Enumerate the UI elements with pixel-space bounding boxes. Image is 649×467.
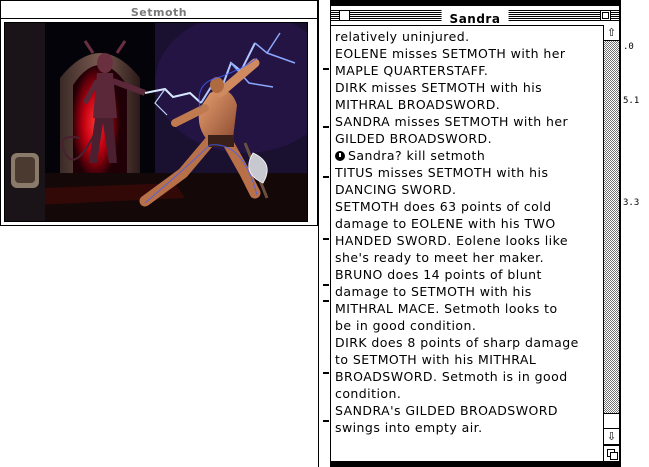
sandra-window[interactable]: Sandra relatively uninjured. EOLENE misse… xyxy=(330,5,620,462)
log-line-text: Sandra? kill setmoth xyxy=(348,148,486,163)
monster-artwork xyxy=(4,22,308,222)
tick-mark xyxy=(323,420,329,422)
log-line: MITHRAL BROADSWORD. xyxy=(335,96,597,113)
resize-grow-box[interactable] xyxy=(603,445,619,461)
log-line: MITHRAL MACE. Setmoth looks to xyxy=(335,300,597,317)
log-line-text: she's ready to meet her maker. xyxy=(335,250,545,265)
log-line-text: EOLENE misses SETMOTH with her xyxy=(335,46,566,61)
strip-label: 5.1 xyxy=(623,96,640,106)
log-line-text: relatively uninjured. xyxy=(335,29,470,44)
log-line-text: BRUNO does 14 points of blunt xyxy=(335,267,542,282)
close-box-button[interactable] xyxy=(339,10,350,21)
log-line: she's ready to meet her maker. xyxy=(335,249,597,266)
tick-mark xyxy=(323,284,329,286)
log-line-text: BROADSWORD. Setmoth is in good xyxy=(335,369,568,384)
monster-artwork-svg xyxy=(5,23,307,221)
log-line-text: GILDED BROADSWORD. xyxy=(335,131,493,146)
log-line-text: MITHRAL MACE. Setmoth looks to xyxy=(335,301,558,316)
window-gap xyxy=(318,0,330,467)
log-line: SETMOTH does 63 points of cold xyxy=(335,198,597,215)
zoom-box-button[interactable] xyxy=(600,10,611,21)
scroll-up-arrow-icon[interactable]: ⇧ xyxy=(604,25,619,41)
tick-mark xyxy=(323,372,329,374)
tick-mark xyxy=(323,238,329,240)
tick-mark xyxy=(323,126,329,128)
log-line: damage to EOLENE with his TWO xyxy=(335,215,597,232)
tick-mark xyxy=(323,300,329,302)
background-window-edge[interactable]: .0 5.1 3.3 xyxy=(620,0,649,467)
log-line: GILDED BROADSWORD. xyxy=(335,130,597,147)
log-line-text: TITUS misses SETMOTH with his xyxy=(335,165,549,180)
log-line-text: DANCING SWORD. xyxy=(335,182,457,197)
command-prompt-line: Sandra? kill setmoth xyxy=(335,147,597,164)
sandra-window-title: Sandra xyxy=(449,12,501,26)
log-line: DANCING SWORD. xyxy=(335,181,597,198)
log-line: condition. xyxy=(335,385,597,402)
log-line: HANDED SWORD. Eolene looks like xyxy=(335,232,597,249)
log-line: DIRK misses SETMOTH with his xyxy=(335,79,597,96)
setmoth-window-title: Setmoth xyxy=(130,6,188,19)
log-line: EOLENE misses SETMOTH with her xyxy=(335,45,597,62)
prompt-bullet-icon xyxy=(335,151,345,161)
log-line-text: SANDRA's GILDED BROADSWORD xyxy=(335,403,559,418)
log-line: SANDRA misses SETMOTH with her xyxy=(335,113,597,130)
log-line-text: be in good condition. xyxy=(335,318,477,333)
scroll-track[interactable] xyxy=(604,41,619,429)
sandra-window-titlebar[interactable]: Sandra xyxy=(331,6,619,26)
setmoth-window-titlebar[interactable]: Setmoth xyxy=(1,1,317,19)
setmoth-window[interactable]: Setmoth xyxy=(0,0,318,226)
log-line: be in good condition. xyxy=(335,317,597,334)
combat-log[interactable]: relatively uninjured. EOLENE misses SETMO… xyxy=(335,28,597,460)
log-line: BRUNO does 14 points of blunt xyxy=(335,266,597,283)
log-line-text: swings into empty air. xyxy=(335,420,483,435)
tick-mark xyxy=(323,68,329,70)
strip-label: 3.3 xyxy=(623,198,640,208)
log-line: TITUS misses SETMOTH with his xyxy=(335,164,597,181)
log-line: MAPLE QUARTERSTAFF. xyxy=(335,62,597,79)
log-line-text: DIRK does 8 points of sharp damage xyxy=(335,335,579,350)
log-line-text: to SETMOTH with his MITHRAL xyxy=(335,352,537,367)
vertical-scrollbar[interactable]: ⇧ ⇩ xyxy=(603,25,619,461)
sandra-window-title-wrap: Sandra xyxy=(441,8,509,26)
log-line: to SETMOTH with his MITHRAL xyxy=(335,351,597,368)
log-line-text: SANDRA misses SETMOTH with her xyxy=(335,114,569,129)
log-line-text: condition. xyxy=(335,386,402,401)
desktop-area xyxy=(0,226,322,467)
log-line-text: damage to SETMOTH with his xyxy=(335,284,532,299)
log-line: SANDRA's GILDED BROADSWORD xyxy=(335,402,597,419)
log-line: DIRK does 8 points of sharp damage xyxy=(335,334,597,351)
tick-mark xyxy=(323,176,329,178)
log-line-text: damage to EOLENE with his TWO xyxy=(335,216,556,231)
scroll-down-arrow-icon[interactable]: ⇩ xyxy=(604,429,619,445)
log-line: BROADSWORD. Setmoth is in good xyxy=(335,368,597,385)
log-line-text: MITHRAL BROADSWORD. xyxy=(335,97,501,112)
log-line-text: SETMOTH does 63 points of cold xyxy=(335,199,552,214)
scroll-thumb[interactable] xyxy=(604,413,619,429)
strip-label: .0 xyxy=(623,42,634,52)
log-line: relatively uninjured. xyxy=(335,28,597,45)
log-line-text: MAPLE QUARTERSTAFF. xyxy=(335,63,489,78)
log-line: swings into empty air. xyxy=(335,419,597,436)
log-line: damage to SETMOTH with his xyxy=(335,283,597,300)
log-line-text: HANDED SWORD. Eolene looks like xyxy=(335,233,568,248)
log-line-text: DIRK misses SETMOTH with his xyxy=(335,80,543,95)
